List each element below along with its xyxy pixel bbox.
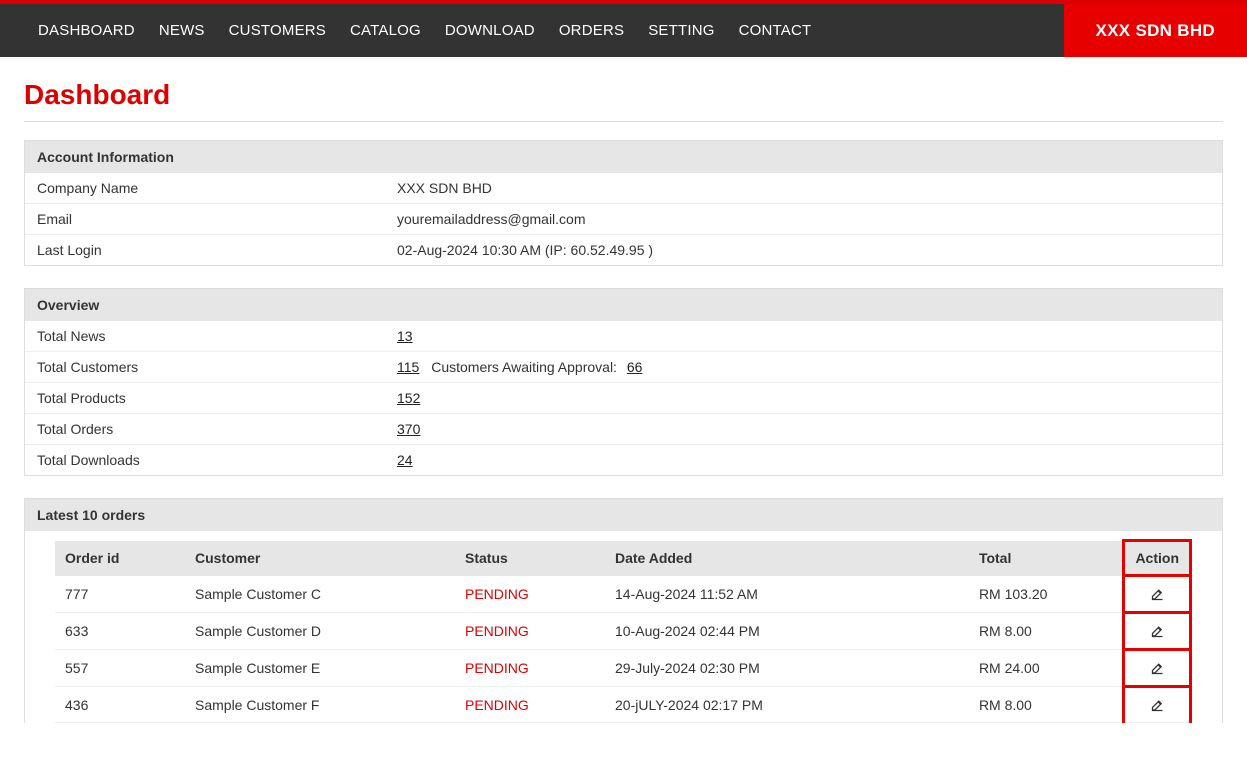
overview-news-label: Total News [25,321,385,352]
table-row: 777Sample Customer C PENDING 14-Aug-2024 1… [55,576,1191,613]
account-lastlogin-value: 02-Aug-2024 10:30 AM (IP: 60.52.49.95 ) [385,235,1222,266]
edit-icon[interactable] [1146,620,1168,642]
edit-icon[interactable] [1146,694,1168,716]
order-total-cell: RM 8.00 [969,687,1124,723]
orders-table: Order id Customer Status Date Added Tota… [55,539,1192,723]
overview-customers-awaiting-link[interactable]: 66 [627,359,643,375]
nav-setting[interactable]: SETTING [648,22,714,39]
status-badge: PENDING [465,623,529,639]
orders-col-action: Action [1124,541,1191,576]
orders-col-total: Total [969,541,1124,576]
order-id-cell: 557 [55,650,185,687]
overview-customers-label: Total Customers [25,352,385,383]
orders-col-status: Status [455,541,605,576]
account-row-lastlogin: Last Login 02-Aug-2024 10:30 AM (IP: 60.… [25,235,1222,266]
order-customer-cell: Sample Customer F [185,687,455,723]
order-status-cell: PENDING [455,687,605,723]
nav-contact[interactable]: CONTACT [739,22,812,39]
nav-customers[interactable]: CUSTOMERS [229,22,326,39]
overview-downloads-label: Total Downloads [25,445,385,476]
company-badge: XXX SDN BHD [1064,4,1247,57]
overview-row-news: Total News 13 [25,321,1222,352]
order-customer-cell: Sample Customer E [185,650,455,687]
order-total-cell: RM 24.00 [969,650,1124,687]
account-lastlogin-label: Last Login [25,235,385,266]
latest-orders-header: Latest 10 orders [25,499,1222,531]
table-row: 557Sample Customer E PENDING 29-July-2024 … [55,650,1191,687]
orders-header-row: Order id Customer Status Date Added Tota… [55,541,1191,576]
overview-customers-awaiting-text: Customers Awaiting Approval: [431,359,617,375]
account-company-value: XXX SDN BHD [385,173,1222,204]
edit-icon[interactable] [1146,657,1168,679]
title-divider [24,121,1223,122]
overview-customers-link[interactable]: 115 [397,359,419,375]
order-action-cell [1124,650,1191,687]
account-row-company: Company Name XXX SDN BHD [25,173,1222,204]
order-id-cell: 633 [55,613,185,650]
order-status-cell: PENDING [455,613,605,650]
table-row: 436Sample Customer F PENDING 20-jULY-2024 … [55,687,1191,723]
order-date-cell: 10-Aug-2024 02:44 PM [605,613,969,650]
order-id-cell: 436 [55,687,185,723]
account-panel: Account Information Company Name XXX SDN… [24,140,1223,266]
overview-products-link[interactable]: 152 [397,390,420,406]
order-action-cell [1124,576,1191,613]
account-panel-header: Account Information [25,141,1222,173]
overview-news-link[interactable]: 13 [397,328,413,344]
nav-links: DASHBOARD NEWS CUSTOMERS CATALOG DOWNLOA… [0,4,1064,57]
nav-dashboard[interactable]: DASHBOARD [38,22,135,39]
overview-row-orders: Total Orders 370 [25,414,1222,445]
order-status-cell: PENDING [455,576,605,613]
overview-panel: Overview Total News 13 Total Customers 1… [24,288,1223,476]
navbar: DASHBOARD NEWS CUSTOMERS CATALOG DOWNLOA… [0,4,1247,57]
edit-icon[interactable] [1146,583,1168,605]
status-badge: PENDING [465,697,529,713]
account-email-label: Email [25,204,385,235]
order-total-cell: RM 8.00 [969,613,1124,650]
overview-row-products: Total Products 152 [25,383,1222,414]
account-company-label: Company Name [25,173,385,204]
nav-news[interactable]: NEWS [159,22,205,39]
order-action-cell [1124,613,1191,650]
orders-table-wrap: Order id Customer Status Date Added Tota… [25,531,1222,723]
order-date-cell: 20-jULY-2024 02:17 PM [605,687,969,723]
order-status-cell: PENDING [455,650,605,687]
account-row-email: Email youremailaddress@gmail.com [25,204,1222,235]
overview-panel-header: Overview [25,289,1222,321]
overview-row-downloads: Total Downloads 24 [25,445,1222,476]
order-action-cell [1124,687,1191,723]
latest-orders-panel: Latest 10 orders Order id Customer Statu… [24,498,1223,723]
overview-orders-label: Total Orders [25,414,385,445]
order-customer-cell: Sample Customer D [185,613,455,650]
nav-download[interactable]: DOWNLOAD [445,22,535,39]
overview-orders-link[interactable]: 370 [397,421,420,437]
overview-downloads-link[interactable]: 24 [397,452,413,468]
orders-col-orderid: Order id [55,541,185,576]
account-email-value: youremailaddress@gmail.com [385,204,1222,235]
order-total-cell: RM 103.20 [969,576,1124,613]
order-customer-cell: Sample Customer C [185,576,455,613]
table-row: 633Sample Customer D PENDING 10-Aug-2024 0… [55,613,1191,650]
overview-table: Total News 13 Total Customers 115 Custom… [25,321,1222,475]
page-title: Dashboard [24,79,1223,111]
overview-products-label: Total Products [25,383,385,414]
account-table: Company Name XXX SDN BHD Email youremail… [25,173,1222,265]
status-badge: PENDING [465,586,529,602]
orders-col-customer: Customer [185,541,455,576]
orders-col-dateadded: Date Added [605,541,969,576]
nav-catalog[interactable]: CATALOG [350,22,421,39]
status-badge: PENDING [465,660,529,676]
page-container: Dashboard Account Information Company Na… [0,57,1247,765]
order-date-cell: 29-July-2024 02:30 PM [605,650,969,687]
order-date-cell: 14-Aug-2024 11:52 AM [605,576,969,613]
order-id-cell: 777 [55,576,185,613]
nav-orders[interactable]: ORDERS [559,22,624,39]
overview-row-customers: Total Customers 115 Customers Awaiting A… [25,352,1222,383]
